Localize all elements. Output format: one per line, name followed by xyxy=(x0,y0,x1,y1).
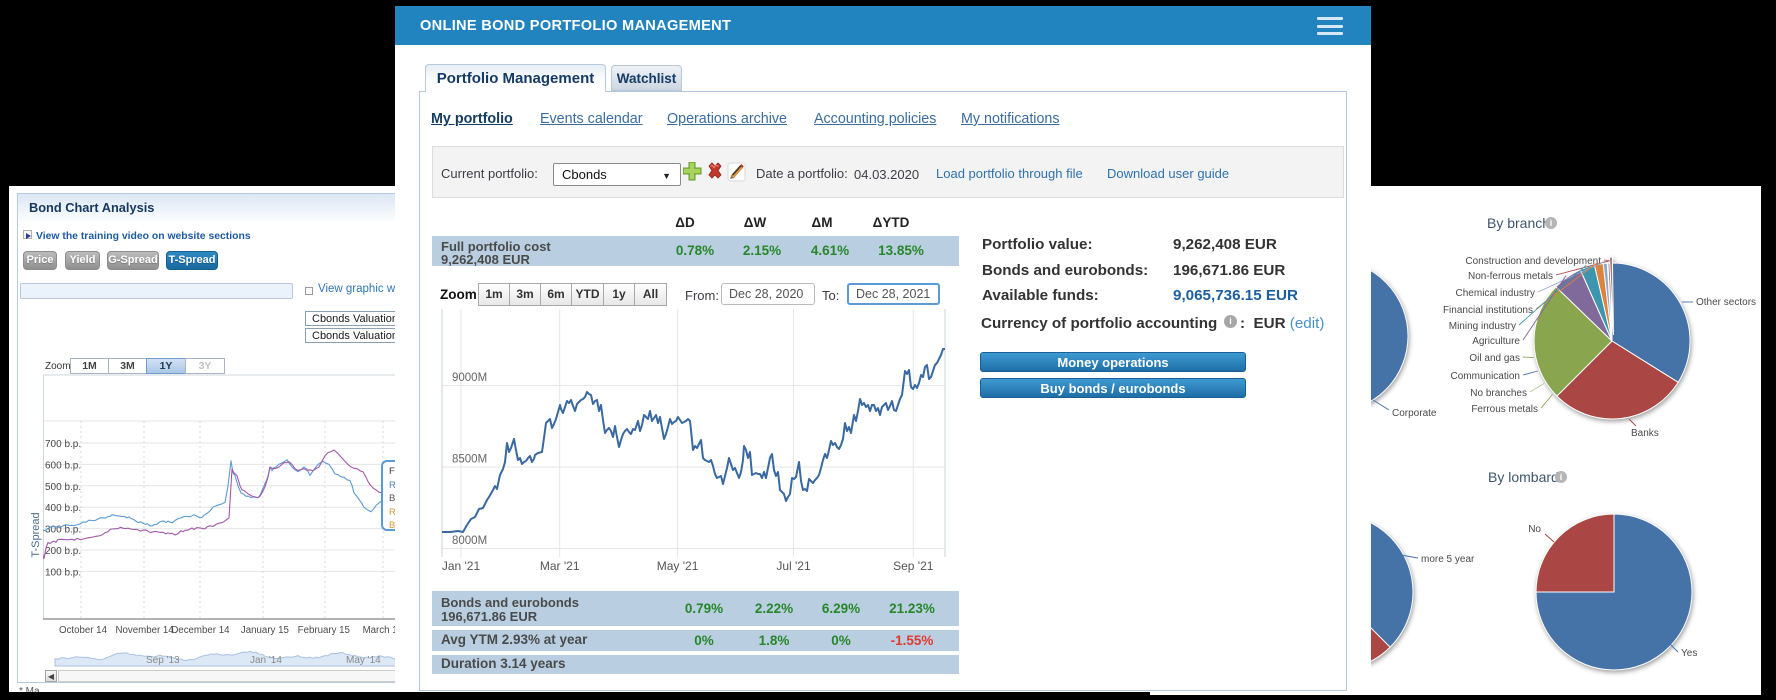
svg-text:Other sectors: Other sectors xyxy=(1696,297,1756,308)
svg-text:December 14: December 14 xyxy=(171,625,230,636)
svg-text:Non-ferrous metals: Non-ferrous metals xyxy=(1468,271,1553,282)
svg-text:May '21: May '21 xyxy=(657,559,699,573)
svg-text:Mining industry: Mining industry xyxy=(1449,321,1516,332)
svg-text:Mar '21: Mar '21 xyxy=(540,559,580,573)
svg-text:9000M: 9000M xyxy=(452,372,487,384)
svg-text:Agriculture: Agriculture xyxy=(1472,336,1520,347)
svg-text:500 b.p.: 500 b.p. xyxy=(45,482,81,493)
svg-text:No branches: No branches xyxy=(1470,388,1527,399)
svg-text:Ferrous metals: Ferrous metals xyxy=(1471,404,1538,415)
svg-text:Communication: Communication xyxy=(1451,371,1520,382)
svg-text:Banks: Banks xyxy=(1631,428,1659,439)
svg-text:400 b.p.: 400 b.p. xyxy=(45,503,81,514)
svg-text:By branch: By branch xyxy=(1487,215,1550,231)
svg-text:Oil and gas: Oil and gas xyxy=(1469,353,1520,364)
svg-text:By lombard: By lombard xyxy=(1488,469,1559,485)
svg-text:October 14: October 14 xyxy=(59,625,108,636)
svg-text:8000M: 8000M xyxy=(452,535,487,547)
svg-text:Jan '14: Jan '14 xyxy=(250,655,282,666)
svg-text:Chemical industry: Chemical industry xyxy=(1456,288,1535,299)
svg-text:200 b.p.: 200 b.p. xyxy=(45,546,81,557)
svg-text:May '14: May '14 xyxy=(346,655,381,666)
svg-text:i: i xyxy=(1550,218,1553,228)
svg-text:Sep '13: Sep '13 xyxy=(146,655,180,666)
svg-text:No: No xyxy=(1528,524,1541,535)
svg-text:more 5 year: more 5 year xyxy=(1421,554,1475,565)
svg-text:700 b.p.: 700 b.p. xyxy=(45,439,81,450)
svg-text:Jul '21: Jul '21 xyxy=(776,559,811,573)
svg-text:Corporate: Corporate xyxy=(1392,408,1437,419)
svg-text:Financial institutions: Financial institutions xyxy=(1443,305,1533,316)
svg-text:November 14: November 14 xyxy=(116,625,175,636)
svg-text:i: i xyxy=(1560,472,1563,482)
svg-text:100 b.p.: 100 b.p. xyxy=(45,567,81,578)
svg-text:Yes: Yes xyxy=(1681,648,1697,659)
svg-text:600 b.p.: 600 b.p. xyxy=(45,460,81,471)
svg-text:January 15: January 15 xyxy=(241,625,289,636)
svg-text:Jan '21: Jan '21 xyxy=(442,559,481,573)
svg-text:8500M: 8500M xyxy=(452,454,487,466)
svg-text:February 15: February 15 xyxy=(298,625,350,636)
svg-text:Sep '21: Sep '21 xyxy=(893,559,934,573)
svg-text:Construction and development: Construction and development xyxy=(1465,256,1601,267)
